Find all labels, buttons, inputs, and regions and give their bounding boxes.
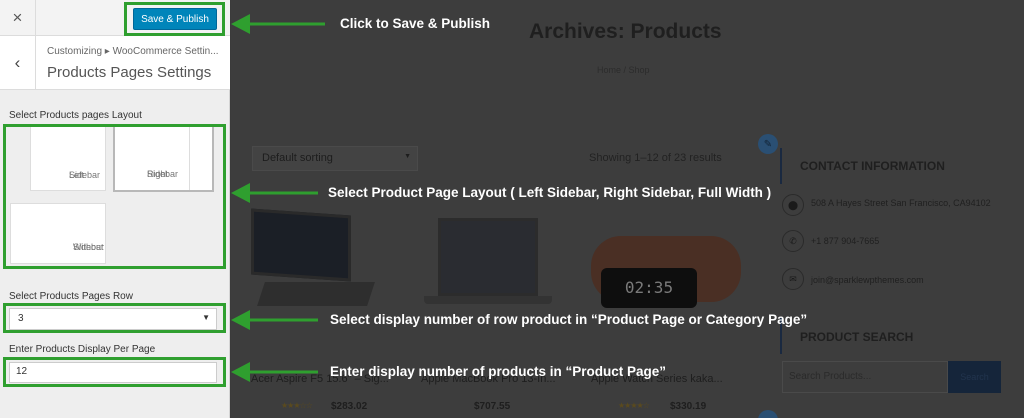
section-header: ‹ Customizing ▸ WooCommerce Settin... Pr… [0, 36, 230, 90]
contact-email: join@sparklewpthemes.com [811, 275, 924, 285]
chevron-left-icon: ‹ [14, 53, 21, 72]
site-preview: Archives: Products Home / Shop Default s… [231, 0, 1024, 418]
caret-down-icon: ▼ [404, 153, 411, 160]
edit-pencil-icon[interactable] [758, 410, 778, 418]
section-title: Products Pages Settings [47, 64, 212, 81]
product-image-laptop [251, 208, 351, 282]
location-icon: ⬤ [782, 194, 804, 216]
close-icon: × [12, 8, 23, 27]
sorting-value: Default sorting [262, 152, 333, 164]
shop-breadcrumb: Home / Shop [597, 65, 650, 75]
perpage-label: Enter Products Display Per Page [9, 344, 156, 355]
annotation-row: Select display number of row product in … [330, 312, 808, 327]
product-price: $283.02 [331, 401, 368, 412]
product-image-macbook [438, 218, 538, 296]
contact-address: 508 A Hayes Street San Francisco, CA9410… [811, 198, 991, 208]
annotation-outline-layout [3, 124, 226, 269]
result-count: Showing 1–12 of 23 results [589, 152, 722, 164]
product-image-keyboard [257, 282, 375, 306]
rating-stars: ★★★★☆ [618, 401, 650, 410]
contact-title: CONTACT INFORMATION [800, 159, 945, 173]
widget-accent-bar [780, 148, 782, 184]
edit-pencil-icon[interactable]: ✎ [758, 134, 778, 154]
close-button[interactable]: × [0, 0, 36, 36]
search-title: PRODUCT SEARCH [800, 330, 914, 344]
annotation-publish: Click to Save & Publish [340, 16, 491, 31]
rating-stars: ★★★☆☆ [281, 401, 313, 410]
annotation-outline-perpage [3, 357, 226, 387]
contact-phone: +1 877 904-7665 [811, 236, 880, 246]
archive-title: Archives: Products [529, 20, 722, 43]
phone-icon: ✆ [782, 230, 804, 252]
annotation-outline-publish [124, 2, 225, 36]
sorting-select[interactable]: Default sorting ▼ [252, 146, 418, 171]
annotation-perpage: Enter display number of products in “Pro… [330, 364, 667, 379]
customizer-breadcrumb: Customizing ▸ WooCommerce Settin... [47, 46, 219, 57]
search-button[interactable]: Search [948, 361, 1001, 393]
annotation-layout: Select Product Page Layout ( Left Sideba… [328, 185, 772, 200]
product-image-base [424, 296, 552, 304]
email-icon: ✉ [782, 268, 804, 290]
back-button[interactable]: ‹ [0, 36, 36, 90]
row-label: Select Products Pages Row [9, 291, 133, 302]
product-search-input[interactable]: Search Products... [782, 361, 948, 393]
layout-label: Select Products pages Layout [9, 110, 142, 121]
product-price: $707.55 [474, 401, 511, 412]
annotation-outline-row [3, 303, 226, 333]
product-price: $330.19 [670, 401, 707, 412]
product-image-watch-face: 02:35 [601, 268, 697, 308]
